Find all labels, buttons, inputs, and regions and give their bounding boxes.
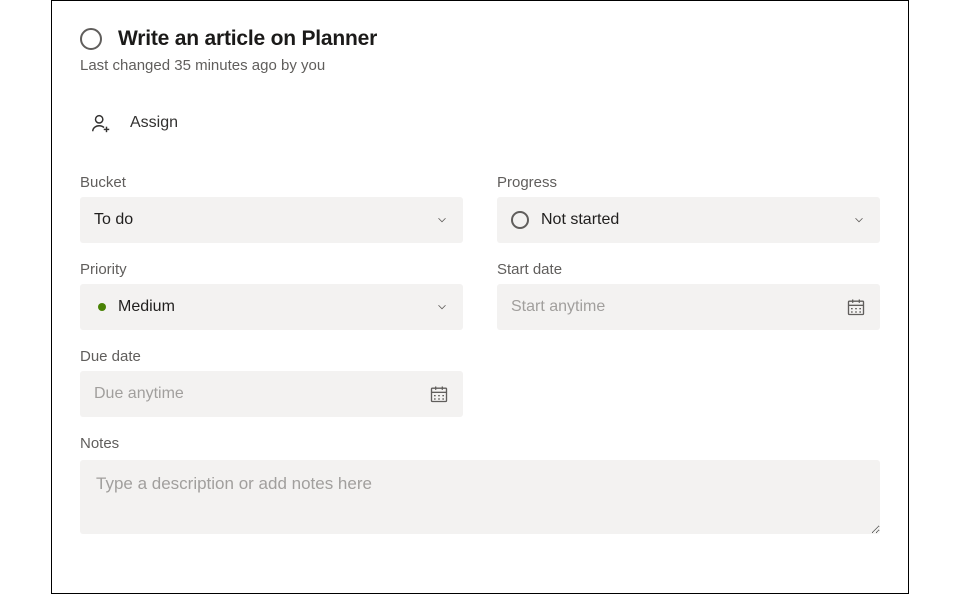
bucket-select[interactable]: To do [80,197,463,243]
priority-label: Priority [80,261,463,278]
start-date-field: Start date Start anytime [497,261,880,330]
priority-dot-icon [98,303,106,311]
complete-task-radio[interactable] [80,28,102,50]
due-date-label: Due date [80,348,463,365]
progress-label: Progress [497,174,880,191]
task-detail-panel: Write an article on Planner Last changed… [51,0,909,594]
priority-value-text: Medium [118,298,175,316]
chevron-down-icon [435,213,449,227]
start-date-input[interactable]: Start anytime [497,284,880,330]
due-date-placeholder: Due anytime [94,385,184,403]
bucket-value: To do [94,211,133,229]
task-header: Write an article on Planner [80,27,880,51]
priority-select[interactable]: Medium [80,284,463,330]
progress-value: Not started [511,211,619,229]
calendar-icon [846,297,866,317]
chevron-down-icon [852,213,866,227]
last-changed-text: Last changed 35 minutes ago by you [80,57,880,74]
notes-section: Notes [80,435,880,539]
assign-button[interactable]: Assign [90,112,880,134]
notes-textarea[interactable] [80,460,880,534]
start-date-label: Start date [497,261,880,278]
progress-select[interactable]: Not started [497,197,880,243]
start-date-placeholder: Start anytime [511,298,605,316]
not-started-circle-icon [511,211,529,229]
due-date-field: Due date Due anytime [80,348,463,417]
due-date-input[interactable]: Due anytime [80,371,463,417]
bucket-field: Bucket To do [80,174,463,243]
bucket-label: Bucket [80,174,463,191]
assign-label: Assign [130,114,178,132]
calendar-icon [429,384,449,404]
notes-label: Notes [80,435,880,452]
priority-value: Medium [94,298,175,316]
task-title: Write an article on Planner [118,27,377,51]
progress-field: Progress Not started [497,174,880,243]
chevron-down-icon [435,300,449,314]
progress-value-text: Not started [541,211,619,229]
priority-field: Priority Medium [80,261,463,330]
assign-person-icon [90,112,112,134]
fields-grid: Bucket To do Progress Not started Priori… [80,174,880,417]
